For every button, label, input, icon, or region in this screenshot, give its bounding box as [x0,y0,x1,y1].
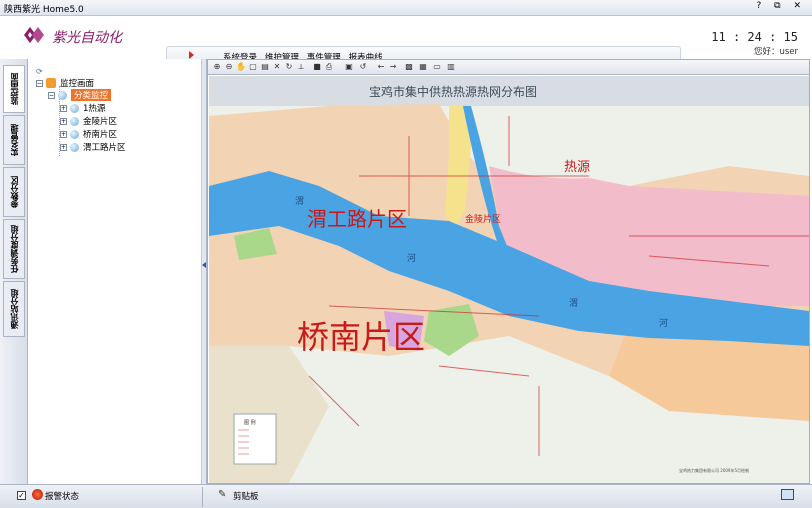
app-logo: 紫光自动化 [20,23,130,51]
open-folder-icon[interactable]: ▩ [404,62,414,72]
node-icon [70,142,79,152]
side-tab-strip: 监控画面 实名管理 参数分区 任务调度分组 通讯站分组 [0,59,28,484]
restore-window-icon[interactable] [781,489,794,500]
expand-icon[interactable]: + [60,117,67,125]
node-icon [70,116,79,126]
monitor-icon [46,78,56,88]
collapse-arrow-icon[interactable] [202,262,206,268]
tree-root-label: 监控画面 [60,79,95,89]
river-label: 渭 [295,196,304,207]
layers-icon[interactable]: ▦ [418,62,428,72]
tree-item-heat-source[interactable]: +1热源 [60,102,105,114]
side-tab-label: 参数分区 [9,176,19,208]
side-tab-monitor[interactable]: 监控画面 [3,65,25,113]
clock: 11 : 24 : 15 [711,30,798,44]
side-tab-label: 任务调度分组 [9,225,19,273]
river-label: 河 [407,252,416,264]
zoom-out-icon[interactable]: ⊖ [224,62,234,72]
side-tab-label: 监控画面 [9,73,19,105]
tree-item-label: 1热源 [83,104,106,114]
collapse-icon[interactable]: − [48,91,55,99]
tree-item-label: 渭工路片区 [83,143,126,153]
save-icon[interactable]: ▣ [344,62,354,72]
side-tab-station-groups[interactable]: 通讯站分组 [3,281,25,337]
zoom-in-icon[interactable]: ⊕ [212,62,222,72]
tree-selected-node[interactable]: − 分类监控 [48,89,112,101]
title-bar: 陕西紫光 Home5.0 ? ⧉ ✕ [0,0,812,16]
status-divider [202,487,207,507]
node-icon [58,90,67,100]
pan-hand-icon[interactable]: ✋ [236,62,246,72]
refresh-map-icon[interactable]: ↺ [358,62,368,72]
window-title: 陕西紫光 Home5.0 [4,5,84,15]
pencil-icon: ✎ [218,489,227,500]
tree-item-weigong[interactable]: + 渭工路片区 [60,141,126,153]
side-tab-params[interactable]: 参数分区 [3,167,25,217]
side-tab-task-groups[interactable]: 任务调度分组 [3,219,25,279]
refresh-icon[interactable]: ⟳ [36,67,43,76]
map-viewer: ⊕ ⊖ ✋ ▢ ▤ ✕ ↻ ⟂ ■ ⎙ ▣ ↺ ← → ▩ ▦ ▭ ▥ 宝鸡市集… [207,59,810,484]
tree-item-qiaonan[interactable]: + 桥南片区 [60,128,117,140]
heat-source-label: 热源 [564,160,590,175]
tree-root[interactable]: − 监控画面 [36,77,94,89]
fill-icon[interactable]: ■ [312,62,322,72]
status-bar: ✓ 报警状态 ✎ 剪贴板 [0,484,812,508]
map-toolbar: ⊕ ⊖ ✋ ▢ ▤ ✕ ↻ ⟂ ■ ⎙ ▣ ↺ ← → ▩ ▦ ▭ ▥ [208,60,809,75]
measure-icon[interactable]: ⟂ [296,62,306,72]
user-greeting: 您好：user [753,47,798,57]
weigong-district-label: 渭工路片区 [307,207,407,231]
alarm-checkbox[interactable]: ✓ [17,491,26,500]
expand-icon[interactable]: + [60,130,67,138]
window-controls[interactable]: ? ⧉ ✕ [757,1,806,11]
alarm-status[interactable]: 报警状态 [45,490,79,502]
grid-icon[interactable]: ▤ [260,62,270,72]
alarm-icon [32,489,43,500]
expand-icon[interactable]: + [60,143,67,151]
logo-icon [24,27,44,43]
select-icon[interactable]: ▢ [248,62,258,72]
expand-icon[interactable]: + [60,104,67,112]
heat-network-map[interactable]: 宝鸡市集中供热热源热网分布图 热源 渭工路片区 桥南片区 金陵片区 渭 河 渭 … [209,76,809,483]
print-icon[interactable]: ⎙ [324,62,334,72]
rotate-icon[interactable]: ↻ [284,62,294,72]
jinling-district-label: 金陵片区 [465,213,501,225]
side-tab-realname[interactable]: 实名管理 [3,115,25,165]
map-footer-note: 宝鸡热力集团有限公司 2009年5月绘制 [679,467,749,473]
side-tab-label: 通讯站分组 [9,289,19,329]
side-tab-label: 实名管理 [9,124,19,156]
clipboard-label[interactable]: 剪贴板 [233,490,259,502]
river-label: 河 [659,317,668,329]
forward-arrow-icon[interactable]: → [388,62,398,72]
app-header: 紫光自动化 系统登录 维护管理 事件管理 报表曲线 11 : 24 : 15 您… [0,16,812,64]
collapse-icon[interactable]: − [36,79,43,87]
map-title: 宝鸡市集中供热热源热网分布图 [369,84,537,99]
menu-arrow-icon [189,51,194,59]
tree-item-jinling[interactable]: + 金陵片区 [60,115,117,127]
back-arrow-icon[interactable]: ← [376,62,386,72]
map-legend-title: 图 例 [244,419,256,426]
library-icon[interactable]: ▥ [446,62,456,72]
tree-panel: ⟳ − 监控画面 − 分类监控 +1热源 + 金陵片区 + 桥南片区 + 渭工路片区 [28,59,202,484]
qiaonan-district-label: 桥南片区 [297,318,425,356]
tree-item-label: 桥南片区 [83,130,118,140]
screen-icon[interactable]: ▭ [432,62,442,72]
node-icon [70,129,79,139]
tree-item-label: 金陵片区 [83,117,118,127]
delete-icon[interactable]: ✕ [272,62,282,72]
river-label: 渭 [569,298,578,309]
logo-text: 紫光自动化 [52,30,122,46]
tree-selected-label: 分类监控 [71,89,112,101]
node-icon [70,103,79,113]
